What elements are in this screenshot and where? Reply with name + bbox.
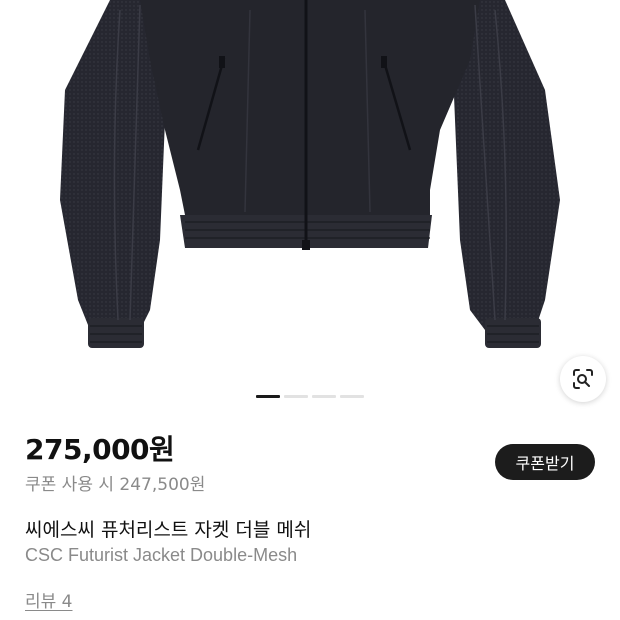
lens-search-icon xyxy=(573,369,593,389)
get-coupon-button[interactable]: 쿠폰받기 xyxy=(495,444,595,480)
image-pager xyxy=(256,395,364,398)
pager-dot-active[interactable] xyxy=(256,395,280,398)
product-image-gallery[interactable] xyxy=(0,0,620,410)
pager-dot[interactable] xyxy=(284,395,308,398)
product-photo-jacket xyxy=(60,0,560,348)
coupon-price: 쿠폰 사용 시 247,500원 xyxy=(25,475,206,495)
review-link[interactable]: 리뷰 4 xyxy=(25,587,73,612)
product-title-korean: 씨에스씨 퓨처리스트 자켓 더블 메쉬 xyxy=(25,519,312,541)
product-title-english: CSC Futurist Jacket Double-Mesh xyxy=(25,545,298,565)
pager-dot[interactable] xyxy=(340,395,364,398)
image-search-button[interactable] xyxy=(560,356,606,402)
pager-dot[interactable] xyxy=(312,395,336,398)
product-price: 275,000원 xyxy=(25,433,175,466)
